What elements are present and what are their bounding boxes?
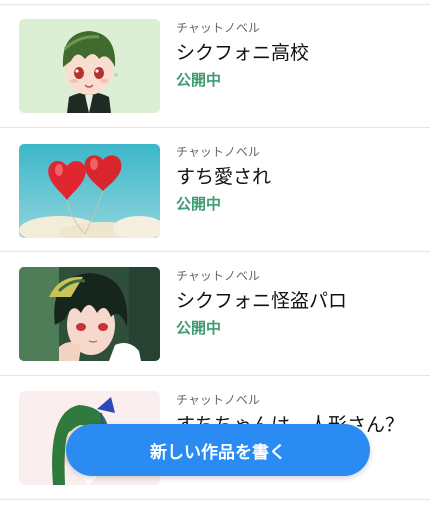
- write-new-work-button[interactable]: 新しい作品を書く: [66, 424, 370, 476]
- list-item[interactable]: チャットノベル シクフォニ高校 公開中: [0, 4, 430, 128]
- work-title: シクフォニ高校: [176, 42, 310, 64]
- work-title: すち愛され: [176, 166, 272, 188]
- status-badge: 公開中: [176, 71, 222, 89]
- work-thumbnail[interactable]: [19, 267, 160, 361]
- work-category: チャットノベル: [176, 269, 260, 283]
- status-badge: 公開中: [176, 195, 222, 213]
- work-category: チャットノベル: [176, 145, 260, 159]
- work-thumbnail[interactable]: [19, 19, 160, 113]
- dark-haired-boy-illustration-icon: [19, 267, 160, 361]
- work-thumbnail[interactable]: [19, 144, 160, 238]
- work-category: チャットノベル: [176, 393, 260, 407]
- list-item[interactable]: チャットノベル シクフォニ怪盗パロ 公開中: [0, 252, 430, 376]
- status-badge: 公開中: [176, 319, 222, 337]
- chibi-boy-illustration-icon: [19, 19, 160, 113]
- heart-balloons-illustration-icon: [19, 144, 160, 238]
- work-category: チャットノベル: [176, 21, 260, 35]
- work-title: シクフォニ怪盗パロ: [176, 290, 348, 312]
- list-item[interactable]: チャットノベル すち愛され 公開中: [0, 128, 430, 252]
